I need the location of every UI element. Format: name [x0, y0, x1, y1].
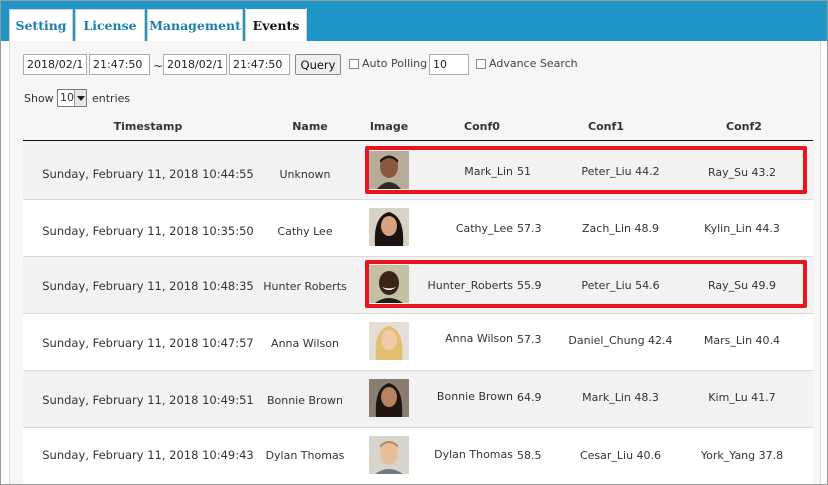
table-row[interactable]: Sunday, February 11, 2018 10:35:50 Cathy…: [23, 200, 813, 257]
query-button[interactable]: Query: [295, 54, 341, 75]
header-timestamp[interactable]: Timestamp: [113, 120, 183, 133]
table-row[interactable]: Sunday, February 11, 2018 10:49:43 Dylan…: [23, 428, 813, 484]
advance-search-label: Advance Search: [489, 57, 578, 70]
cell-conf2: Kylin_Lin 44.3: [704, 222, 780, 235]
cell-name: Bonnie Brown: [266, 394, 344, 407]
cell-conf1: Cesar_Liu 40.6: [579, 449, 662, 462]
header-conf1[interactable]: Conf1: [583, 120, 629, 133]
entries-label: entries: [92, 92, 131, 105]
app-frame: Setting License Management Events ~ Quer…: [0, 0, 828, 485]
tab-setting[interactable]: Setting: [9, 9, 73, 41]
tab-management[interactable]: Management: [147, 9, 243, 41]
cell-conf0-name: Cathy_Lee: [455, 222, 513, 235]
face-thumbnail: [369, 322, 409, 360]
cell-conf1: Zach_Lin 48.9: [582, 222, 659, 235]
cell-name: Unknown: [279, 168, 331, 181]
entries-select[interactable]: 10: [57, 89, 87, 107]
table-row[interactable]: Sunday, February 11, 2018 10:49:51 Bonni…: [23, 371, 813, 428]
table-row[interactable]: Sunday, February 11, 2018 10:47:57 Anna …: [23, 314, 813, 371]
advance-search-checkbox[interactable]: [476, 59, 486, 69]
cell-timestamp: Sunday, February 11, 2018 10:47:57: [42, 336, 254, 350]
cell-conf0-name: Anna Wilson: [445, 332, 513, 345]
start-time-input[interactable]: [89, 54, 150, 75]
cell-name: Cathy Lee: [277, 225, 333, 238]
end-date-input[interactable]: [163, 54, 227, 75]
tab-license[interactable]: License: [75, 9, 145, 41]
cell-name: Dylan Thomas: [265, 449, 345, 462]
highlight-box-unknown-row: [365, 146, 807, 194]
cell-conf0-name: Dylan Thomas: [434, 448, 513, 461]
auto-polling-checkbox[interactable]: [349, 59, 359, 69]
cell-conf1: Daniel_Chung 42.4: [568, 334, 673, 347]
show-label: Show: [24, 92, 54, 105]
face-thumbnail: [369, 208, 409, 246]
cell-conf1: Mark_Lin 48.3: [582, 391, 659, 404]
entries-select-value: 10: [60, 91, 74, 104]
cell-conf0-value: 64.9: [517, 391, 542, 404]
chevron-down-icon: [74, 90, 86, 106]
tab-bar: Setting License Management Events: [1, 1, 827, 41]
header-name[interactable]: Name: [285, 120, 335, 133]
table-header: Timestamp Name Image Conf0 Conf1 Conf2: [23, 113, 813, 141]
header-conf0[interactable]: Conf0: [459, 120, 505, 133]
cell-timestamp: Sunday, February 11, 2018 10:35:50: [42, 224, 254, 238]
cell-conf0-name: Bonnie Brown: [436, 390, 513, 403]
range-separator: ~: [153, 59, 164, 73]
cell-conf0-value: 57.3: [517, 222, 542, 235]
cell-conf2: York_Yang 37.8: [700, 449, 784, 462]
tab-events[interactable]: Events: [245, 7, 307, 41]
highlight-box-hunter-row: [365, 260, 807, 308]
cell-conf2: Kim_Lu 41.7: [708, 391, 776, 404]
face-thumbnail: [369, 436, 409, 474]
face-thumbnail: [369, 379, 409, 417]
cell-conf0-value: 58.5: [517, 449, 542, 462]
cell-timestamp: Sunday, February 11, 2018 10:49:43: [42, 448, 254, 462]
auto-polling-interval-input[interactable]: [429, 54, 469, 75]
cell-timestamp: Sunday, February 11, 2018 10:44:55: [42, 167, 254, 181]
auto-polling-label: Auto Polling: [362, 57, 428, 70]
end-time-input[interactable]: [229, 54, 290, 75]
cell-conf2: Mars_Lin 40.4: [703, 334, 781, 347]
start-date-input[interactable]: [23, 54, 87, 75]
cell-timestamp: Sunday, February 11, 2018 10:48:35: [42, 279, 254, 293]
cell-name: Anna Wilson: [271, 337, 339, 350]
cell-conf0-value: 57.3: [517, 333, 542, 346]
cell-name: Hunter Roberts: [263, 280, 347, 293]
header-image: Image: [369, 120, 409, 133]
header-conf2[interactable]: Conf2: [721, 120, 767, 133]
cell-timestamp: Sunday, February 11, 2018 10:49:51: [42, 393, 254, 407]
